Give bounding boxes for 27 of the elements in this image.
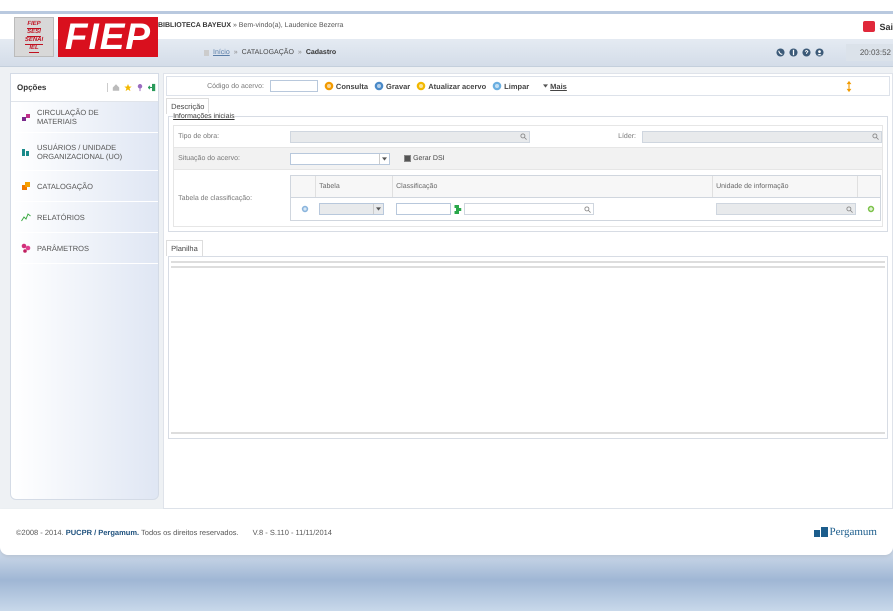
exit-button[interactable]: Sai	[863, 21, 893, 32]
info-icon[interactable]	[788, 48, 798, 57]
phone-icon[interactable]	[776, 48, 785, 57]
caret-icon[interactable]	[382, 156, 388, 160]
fiep-logo: FIEP	[58, 17, 158, 57]
reports-icon	[21, 212, 31, 222]
clock-text: 20:03:52	[846, 44, 893, 61]
user-icon[interactable]	[814, 48, 824, 57]
caret-icon[interactable]	[376, 207, 382, 211]
star-icon[interactable]	[124, 83, 132, 92]
expand-icon[interactable]	[845, 80, 853, 92]
dsi-checkbox[interactable]	[404, 155, 412, 162]
exit-door-icon[interactable]	[148, 83, 156, 92]
help-icon[interactable]	[802, 48, 811, 57]
classification-field[interactable]	[464, 203, 594, 215]
add-icon[interactable]	[866, 205, 875, 213]
sidebar-title: Opções	[17, 83, 46, 92]
leader-field[interactable]	[642, 130, 882, 142]
caret-icon[interactable]	[543, 84, 548, 88]
unit-field[interactable]	[716, 203, 856, 215]
work-type-field[interactable]	[290, 130, 530, 142]
puzzle-icon[interactable]	[453, 204, 462, 214]
pin-icon[interactable]	[136, 83, 144, 92]
code-field[interactable]	[270, 80, 318, 92]
class-code-field[interactable]	[396, 203, 452, 215]
pergamum-logo-icon	[814, 527, 828, 537]
brand-name: Pergamum	[830, 526, 877, 538]
